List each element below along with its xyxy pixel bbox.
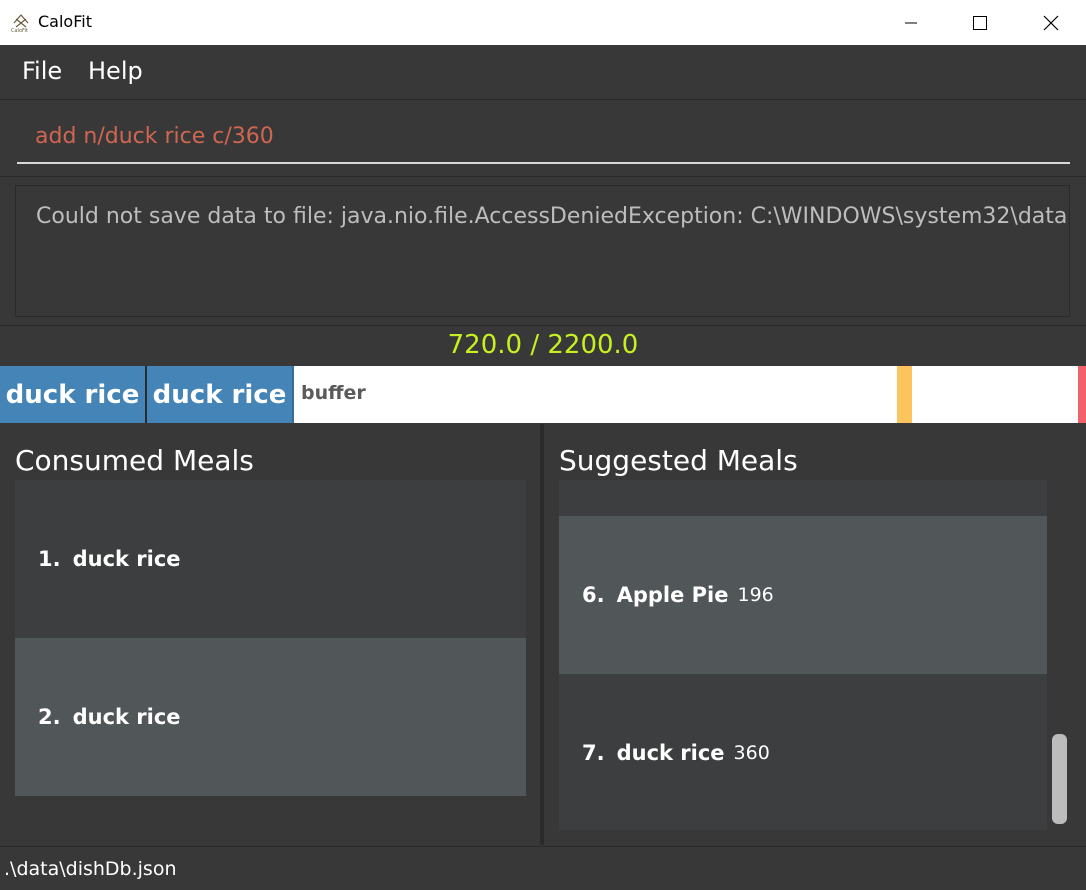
menu-bar: File Help [0,45,1086,100]
list-item[interactable]: 2. duck rice [15,638,526,796]
list-item-name: duck rice [72,547,181,571]
result-display-pane: Could not save data to file: java.nio.fi… [0,177,1086,326]
list-item-index: 7. [582,741,605,765]
list-item-index: 6. [582,583,605,607]
maximize-button[interactable] [957,0,1003,45]
suggested-meals-list[interactable]: 6. Apple Pie 196 7. duck rice 360 [559,480,1047,830]
minimize-button[interactable] [888,0,934,45]
result-message: Could not save data to file: java.nio.fi… [36,204,1068,229]
list-item[interactable]: 7. duck rice 360 [559,674,1047,830]
list-item-index: 2. [38,705,61,729]
calorie-bar-segment: duck rice [0,366,145,423]
consumed-meals-title: Consumed Meals [15,444,254,477]
list-item-name: duck rice [616,741,725,765]
list-item-calories: 196 [737,584,774,606]
list-item-name: duck rice [72,705,181,729]
list-item[interactable]: 6. Apple Pie 196 [559,516,1047,674]
status-bar: .\data\dishDb.json [0,846,1086,890]
minimize-icon [905,22,917,23]
suggested-meals-title: Suggested Meals [559,444,798,477]
close-icon [1043,15,1059,30]
buffer-marker [897,366,912,423]
calorie-bar-segment: duck rice [147,366,292,423]
buffer-label: buffer [301,382,366,404]
consumed-meals-list[interactable]: 1. duck rice 2. duck rice [15,480,526,796]
command-box-pane [0,100,1086,177]
maximize-icon [973,15,987,30]
calorie-counter: 720.0 / 2200.0 [447,330,639,360]
menu-file[interactable]: File [22,57,62,85]
limit-marker [1078,366,1086,423]
close-button[interactable] [1028,0,1074,45]
window-title: CaloFit [38,12,92,31]
data-file-path: .\data\dishDb.json [4,858,177,880]
command-input[interactable] [17,110,1070,164]
calofit-logo-icon: CaloFit [11,14,29,33]
svg-text:CaloFit: CaloFit [11,28,28,33]
menu-help[interactable]: Help [88,57,143,85]
calorie-bar: duck rice duck rice buffer [0,366,1086,423]
list-item[interactable]: 1. duck rice [15,480,526,638]
bar-divider [292,366,294,423]
list-item-name: Apple Pie [616,583,729,607]
vertical-scrollbar[interactable] [1052,734,1067,824]
title-bar: CaloFit CaloFit [0,0,1086,45]
result-display[interactable]: Could not save data to file: java.nio.fi… [15,185,1070,317]
list-item-index: 1. [38,547,61,571]
suggested-meals-panel: Suggested Meals 6. Apple Pie 196 7. duck… [544,424,1086,845]
list-item-calories: 360 [733,742,770,764]
consumed-meals-panel: Consumed Meals 1. duck rice 2. duck rice [0,424,540,845]
